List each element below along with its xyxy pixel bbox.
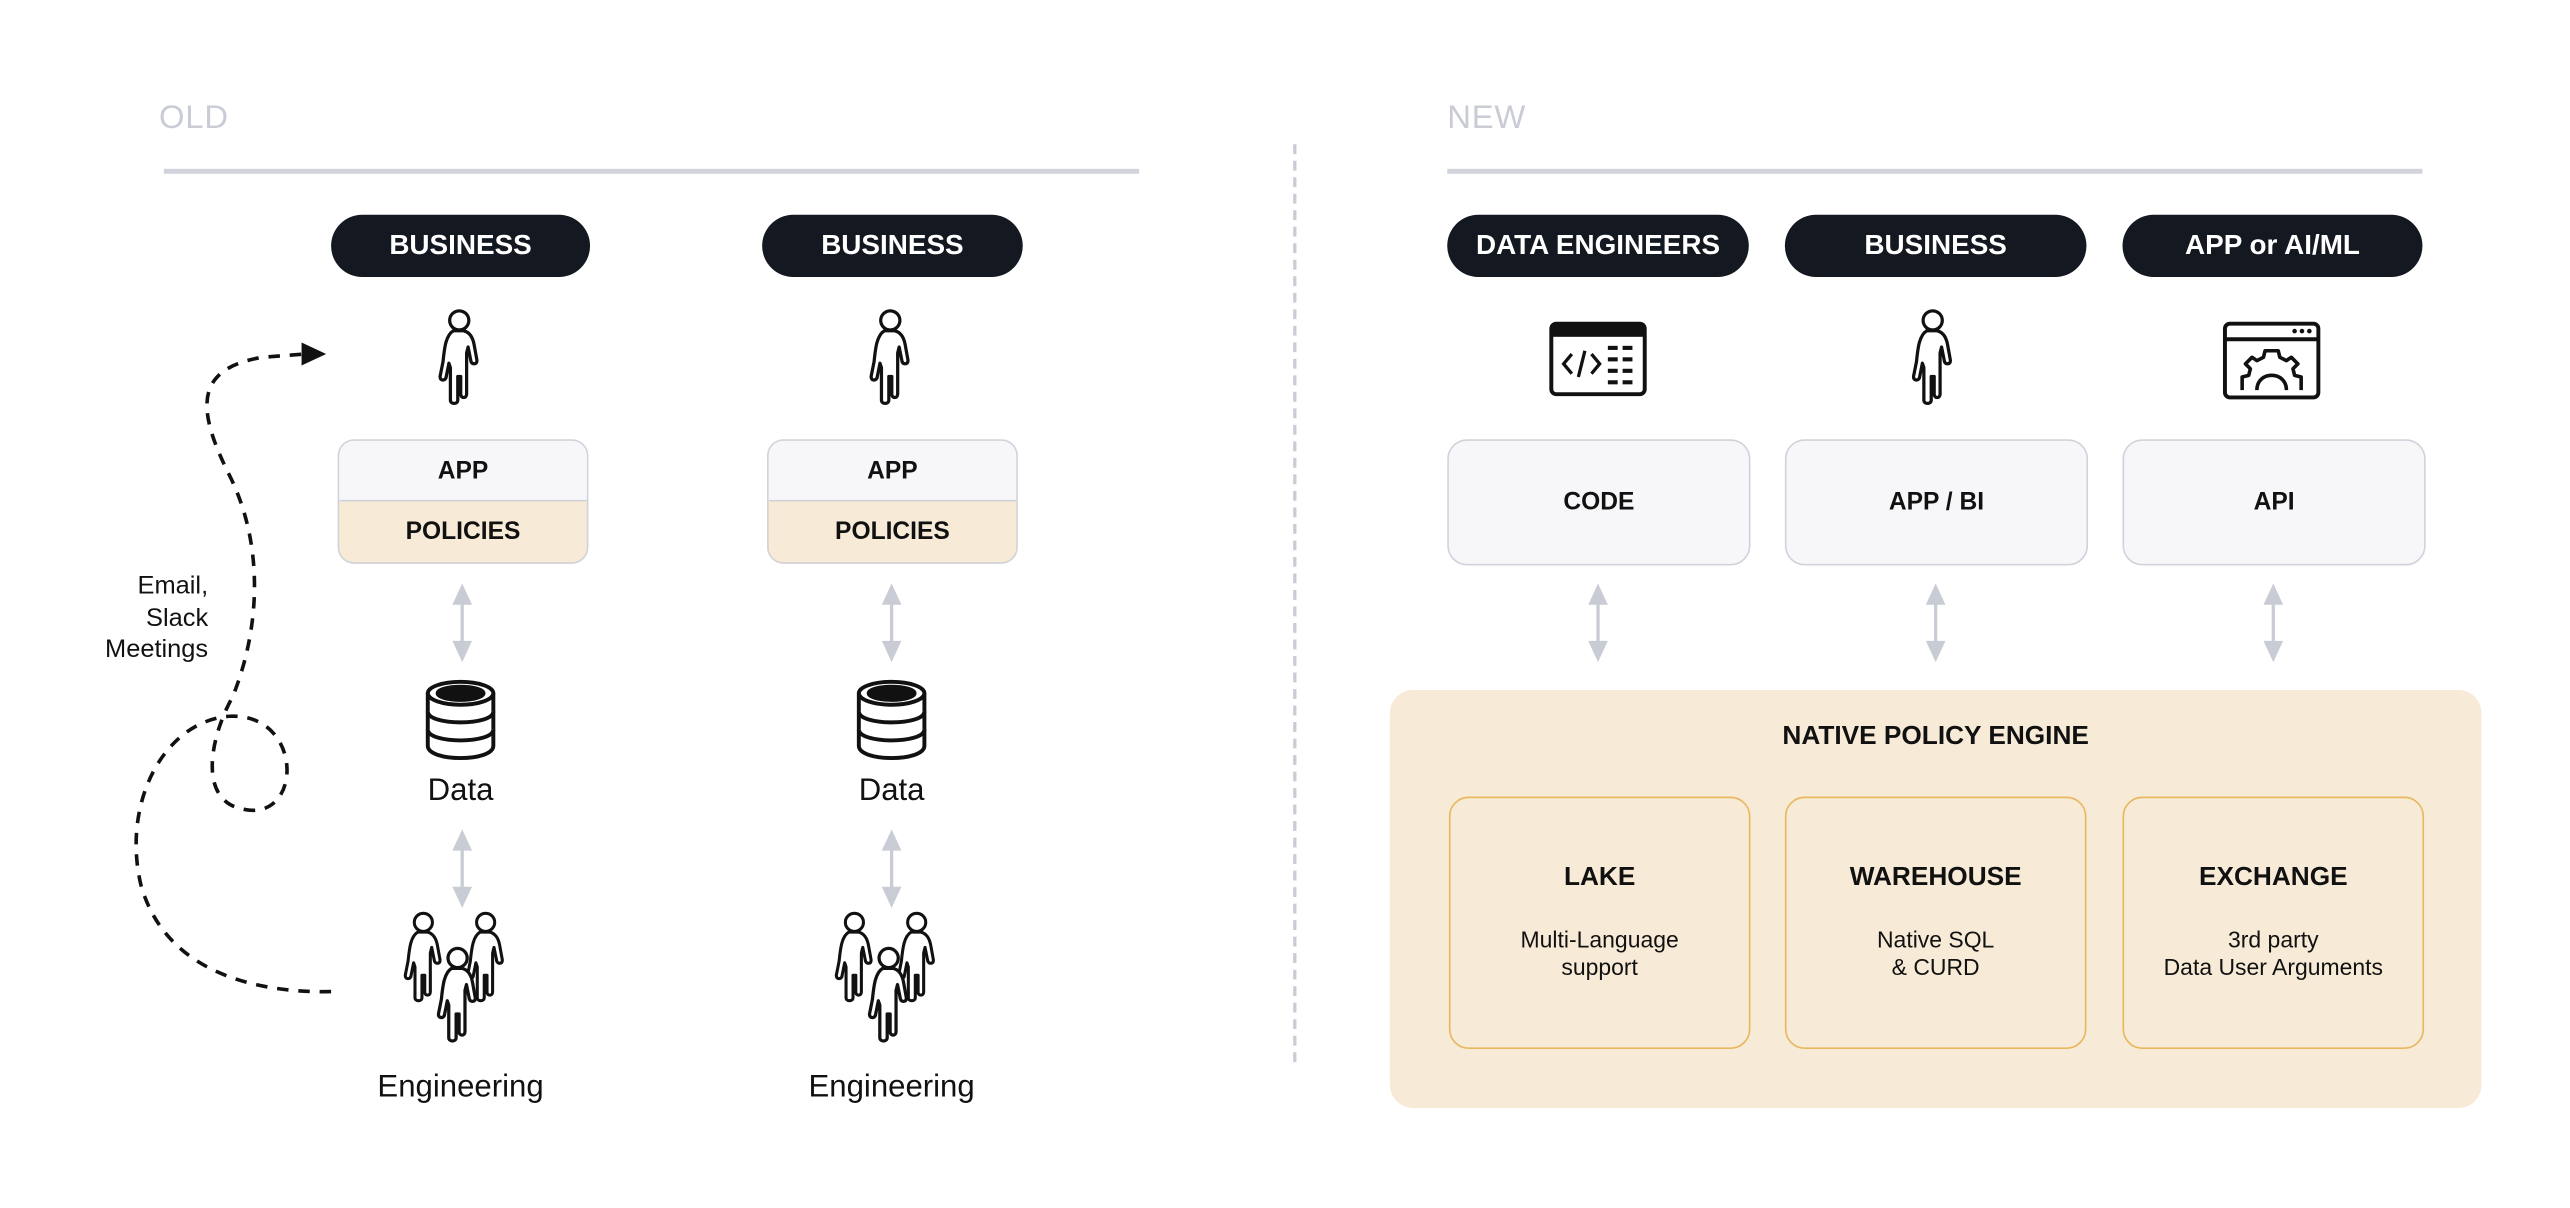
- app-bi-box: APP / BI: [1784, 439, 2089, 566]
- warehouse-title: WAREHOUSE: [1849, 863, 2022, 892]
- bidirectional-arrow-icon: [2262, 583, 2285, 662]
- exchange-desc-line: Data User Arguments: [2163, 953, 2383, 981]
- lake-desc-line: Multi-Language: [1520, 926, 1679, 953]
- api-box: API: [2122, 439, 2426, 566]
- dashed-feedback-arrow: [134, 342, 332, 994]
- warehouse-desc-line: Native SQL: [1876, 926, 1995, 953]
- warehouse-desc-line: & CURD: [1891, 953, 1980, 981]
- warehouse-box: WAREHOUSE Native SQL & CURD: [1784, 796, 2087, 1049]
- exchange-desc-line: 3rd party: [2228, 926, 2319, 953]
- code-box: CODE: [1447, 439, 1751, 566]
- new-section-rule: [1447, 168, 2423, 174]
- engine-title: NATIVE POLICY ENGINE: [1782, 722, 2089, 751]
- business-pill: BUSINESS: [1784, 214, 2087, 277]
- new-section-label: NEW: [1447, 99, 1527, 137]
- bidirectional-arrow-icon: [1587, 583, 1610, 662]
- person-icon: [1906, 303, 1965, 411]
- data-engineers-pill: DATA ENGINEERS: [1447, 214, 1749, 277]
- lake-box: LAKE Multi-Language support: [1448, 796, 1751, 1049]
- lake-desc-line: support: [1561, 953, 1638, 981]
- diagram-canvas: OLD BUSINESS APP POLICIES Data Engineeri…: [0, 0, 2570, 1208]
- gear-window-icon: [2222, 321, 2321, 400]
- lake-title: LAKE: [1563, 863, 1636, 892]
- app-ai-ml-pill: APP or AI/ML: [2122, 214, 2423, 277]
- code-window-icon: [1549, 321, 1647, 397]
- exchange-box: EXCHANGE 3rd party Data User Arguments: [2122, 796, 2425, 1049]
- bidirectional-arrow-icon: [1924, 583, 1947, 662]
- exchange-title: EXCHANGE: [2198, 863, 2348, 892]
- native-policy-engine-panel: NATIVE POLICY ENGINE LAKE Multi-Language…: [1389, 690, 2482, 1108]
